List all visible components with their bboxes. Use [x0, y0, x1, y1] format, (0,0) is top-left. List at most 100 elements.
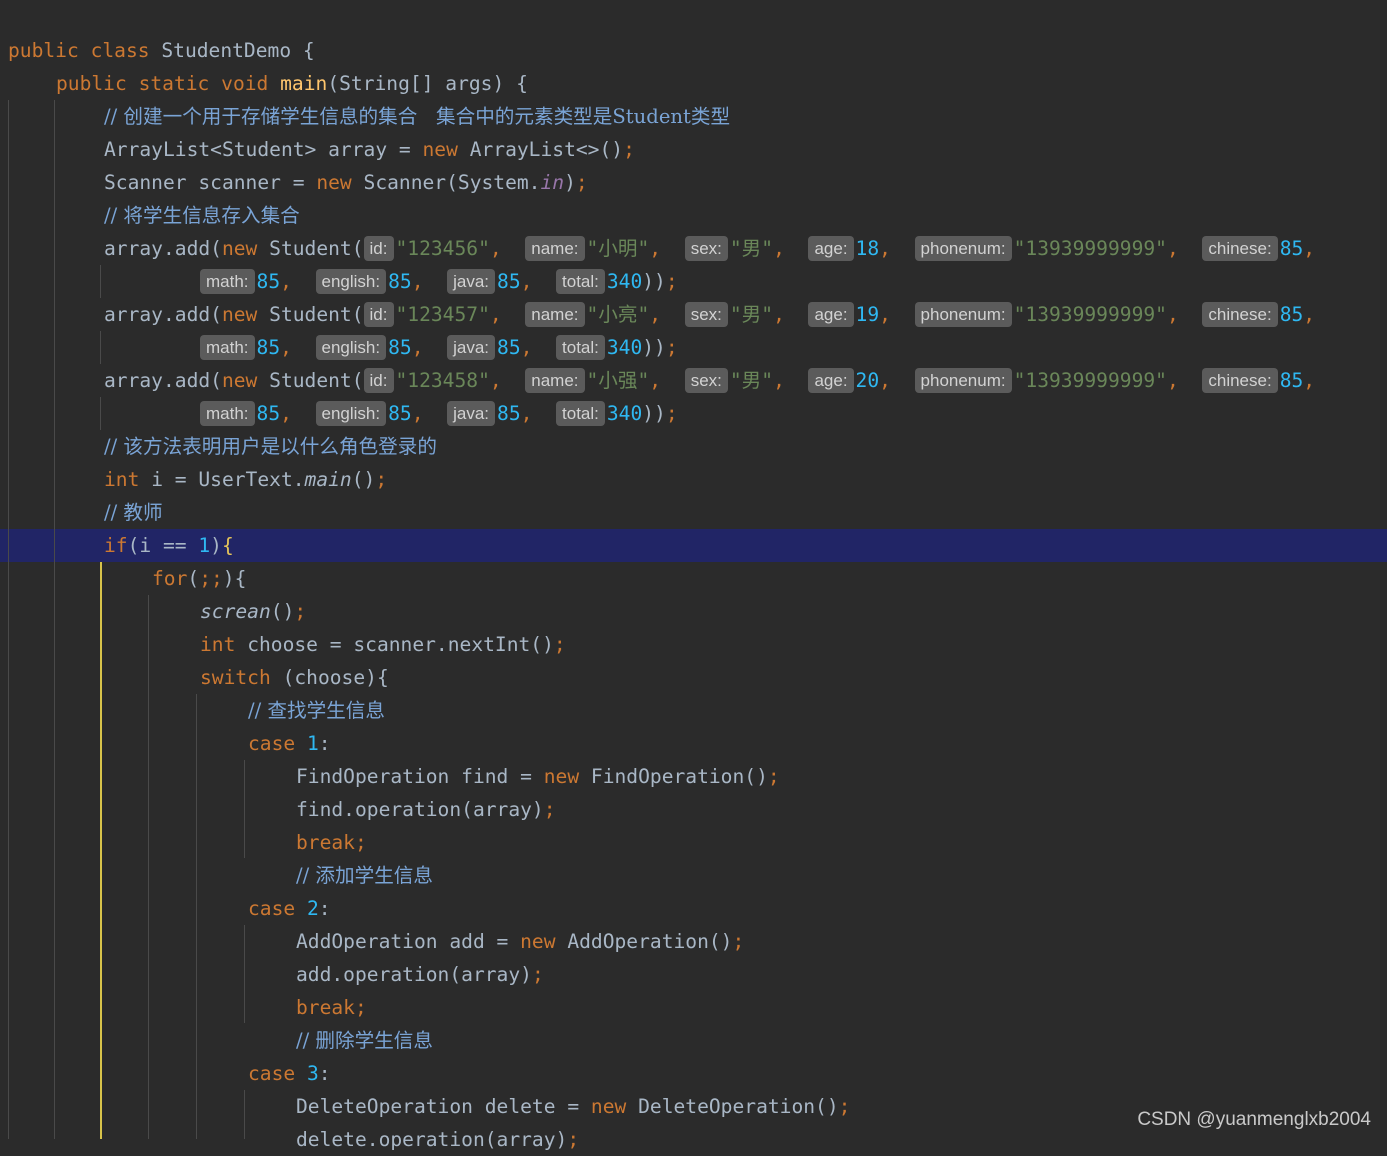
code-line[interactable]: screan(); — [0, 595, 1387, 628]
code-editor[interactable]: public class StudentDemo {public static … — [0, 0, 1387, 1151]
code-token: , — [411, 270, 448, 293]
code-token: break — [296, 831, 355, 854]
code-token: , — [280, 402, 316, 425]
code-token: )) — [642, 270, 666, 293]
indent-guide — [54, 100, 55, 1139]
code-line[interactable]: find.operation(array); — [0, 793, 1387, 826]
parameter-hint: total: — [556, 269, 605, 294]
code-token: 85 — [388, 402, 412, 425]
code-token: ; — [543, 798, 556, 821]
code-line[interactable]: int i = UserText.main(); — [0, 463, 1387, 496]
code-token: // 该方法表明用户是以什么角色登录的 — [104, 435, 437, 458]
code-line[interactable]: math: 85, english: 85, java: 85, total: 340)… — [0, 331, 1387, 364]
code-token: )) — [642, 402, 666, 425]
code-line[interactable]: case 3: — [0, 1057, 1387, 1090]
code-token: 85 — [388, 270, 412, 293]
code-token: ; — [294, 600, 307, 623]
code-token: ; — [354, 831, 367, 854]
parameter-hint: phonenum: — [914, 236, 1012, 261]
parameter-hint: chinese: — [1202, 236, 1278, 261]
code-token: "123457" — [395, 303, 490, 326]
code-token: { — [221, 534, 234, 557]
code-token: 20 — [855, 369, 880, 392]
code-token: main — [304, 468, 352, 491]
code-token: switch — [200, 666, 283, 689]
code-line[interactable]: for(;;){ — [0, 562, 1387, 595]
code-token: AddOperation add = — [296, 930, 521, 953]
code-token: , — [879, 237, 915, 260]
code-line[interactable]: // 创建一个用于存储学生信息的集合 集合中的元素类型是Student类型 — [0, 100, 1387, 133]
code-token: Scanner(System. — [363, 171, 541, 194]
code-token: AddOperation() — [567, 930, 733, 953]
code-token: ) — [210, 534, 222, 557]
code-token: Student( — [269, 237, 364, 260]
code-line[interactable]: public static void main(String[] args) { — [0, 67, 1387, 100]
code-line[interactable]: array.add(new Student(id: "123458", name:… — [0, 364, 1387, 397]
code-line[interactable]: // 删除学生信息 — [0, 1024, 1387, 1057]
code-line[interactable]: // 该方法表明用户是以什么角色登录的 — [0, 430, 1387, 463]
parameter-hint: name: — [525, 236, 585, 261]
code-token: int — [104, 468, 152, 491]
code-line[interactable]: ArrayList<Student> array = new ArrayList… — [0, 133, 1387, 166]
code-line[interactable]: int choose = scanner.nextInt(); — [0, 628, 1387, 661]
code-token: , — [649, 303, 685, 326]
code-token: , — [1303, 303, 1316, 326]
code-token: ;; — [199, 567, 223, 590]
code-line[interactable]: add.operation(array); — [0, 958, 1387, 991]
parameter-hint: sex: — [684, 302, 728, 327]
code-token: 85 — [256, 402, 281, 425]
code-token: for — [152, 567, 188, 590]
code-token: 85 — [1279, 369, 1304, 392]
code-line[interactable]: // 将学生信息存入集合 — [0, 199, 1387, 232]
code-line[interactable]: // 查找学生信息 — [0, 694, 1387, 727]
code-line[interactable]: array.add(new Student(id: "123456", name:… — [0, 232, 1387, 265]
code-token: case — [248, 897, 307, 920]
parameter-hint: java: — [447, 269, 496, 294]
code-line[interactable]: math: 85, english: 85, java: 85, total: 340)… — [0, 265, 1387, 298]
code-line[interactable]: break; — [0, 991, 1387, 1024]
indent-guide — [100, 397, 101, 430]
code-token: 1 — [198, 534, 211, 557]
code-line[interactable]: switch (choose){ — [0, 661, 1387, 694]
code-token: ; — [623, 138, 635, 161]
indent-guide — [196, 694, 197, 1139]
code-token: array.add( — [104, 369, 222, 392]
code-line[interactable]: case 2: — [0, 892, 1387, 925]
code-token: new — [221, 369, 270, 392]
parameter-hint: chinese: — [1202, 368, 1278, 393]
code-line[interactable]: Scanner scanner = new Scanner(System.in)… — [0, 166, 1387, 199]
code-token: , — [773, 303, 809, 326]
code-line[interactable]: // 添加学生信息 — [0, 859, 1387, 892]
code-token: , — [879, 303, 915, 326]
code-line[interactable]: // 教师 — [0, 496, 1387, 529]
code-token: 340 — [606, 336, 643, 359]
code-token: ArrayList<Student> array = — [104, 138, 423, 161]
code-token: , — [773, 369, 809, 392]
code-token: new — [422, 138, 470, 161]
code-token: : — [318, 1062, 331, 1085]
code-token: () — [351, 468, 376, 491]
code-line-current[interactable]: if(i == 1){ — [0, 529, 1387, 562]
code-line[interactable]: FindOperation find = new FindOperation()… — [0, 760, 1387, 793]
code-line[interactable]: AddOperation add = new AddOperation(); — [0, 925, 1387, 958]
code-token: main — [280, 72, 328, 95]
code-token: 85 — [1279, 303, 1304, 326]
code-line[interactable]: array.add(new Student(id: "123457", name:… — [0, 298, 1387, 331]
code-token: , — [649, 369, 685, 392]
parameter-hint: age: — [808, 236, 854, 261]
code-line[interactable]: public class StudentDemo { — [0, 34, 1387, 67]
parameter-hint: math: — [200, 269, 255, 294]
code-token: "男" — [729, 237, 774, 260]
code-token: break — [296, 996, 355, 1019]
code-token: ( — [187, 567, 200, 590]
indent-guide — [244, 925, 245, 1023]
code-token: 340 — [606, 270, 643, 293]
parameter-hint: name: — [525, 368, 585, 393]
code-token: , — [1166, 303, 1203, 326]
code-token: FindOperation find = — [296, 765, 544, 788]
parameter-hint: total: — [556, 335, 605, 360]
code-line[interactable]: math: 85, english: 85, java: 85, total: 340)… — [0, 397, 1387, 430]
code-token: (String[] args) { — [327, 72, 528, 95]
code-line[interactable]: break; — [0, 826, 1387, 859]
code-line[interactable]: case 1: — [0, 727, 1387, 760]
